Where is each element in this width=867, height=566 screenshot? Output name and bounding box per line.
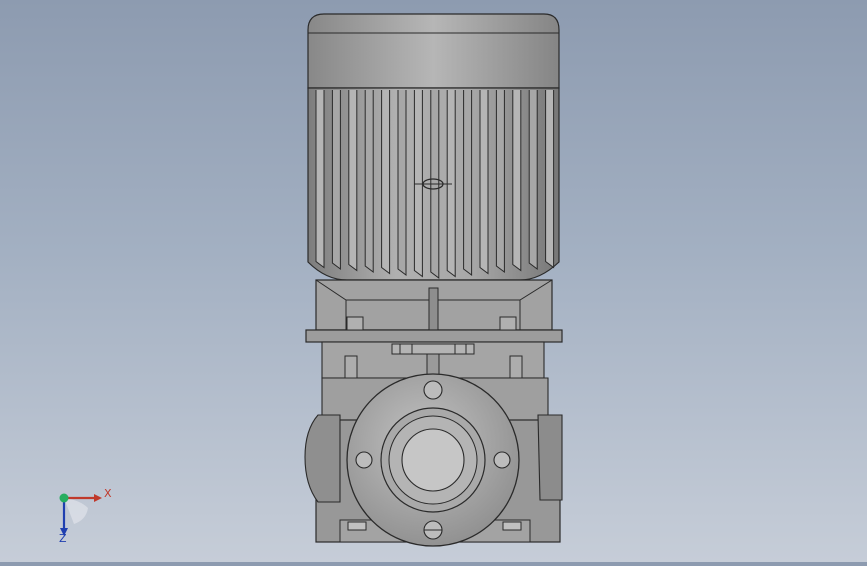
- cooling-fin: [413, 90, 423, 278]
- coordinate-triad: X Z: [59, 487, 112, 544]
- cooling-fin: [331, 90, 341, 270]
- pump-model[interactable]: [0, 0, 867, 562]
- cooling-fin: [446, 90, 456, 278]
- cooling-fin: [545, 90, 555, 269]
- cooling-fin: [381, 90, 391, 275]
- cooling-fin: [512, 90, 522, 272]
- inlet-flange: [346, 373, 520, 547]
- motor-fan-cover: [307, 13, 560, 89]
- shaft-coupling: [321, 341, 545, 379]
- cooling-fin: [495, 90, 505, 273]
- cooling-fin: [348, 90, 358, 272]
- cooling-fin: [479, 90, 489, 275]
- cooling-fin: [397, 90, 407, 276]
- y-axis-dot: [59, 493, 69, 503]
- cooling-fin: [364, 90, 374, 273]
- z-axis-label: Z: [59, 532, 67, 544]
- cooling-fin: [528, 90, 538, 270]
- cooling-fin: [463, 90, 473, 276]
- cad-viewport[interactable]: X Z: [0, 0, 867, 562]
- motor-body: [307, 87, 560, 281]
- x-axis-label: X: [104, 487, 112, 500]
- cooling-fin: [315, 90, 325, 269]
